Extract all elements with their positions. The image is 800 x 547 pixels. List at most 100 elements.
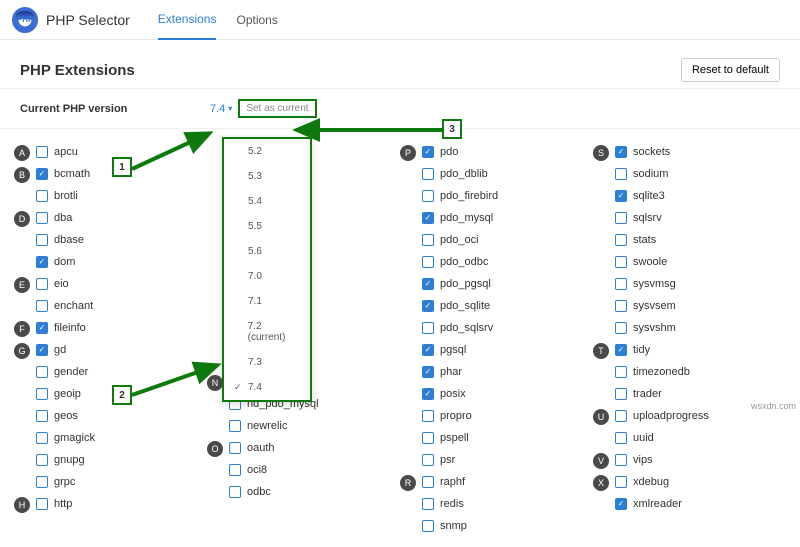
version-option[interactable]: 5.4 (224, 189, 310, 214)
extension-item[interactable]: pspell (422, 427, 498, 449)
version-option[interactable]: 7.2 (current) (224, 314, 310, 350)
extension-checkbox[interactable] (229, 442, 241, 454)
extension-checkbox[interactable] (422, 212, 434, 224)
extension-checkbox[interactable] (615, 388, 627, 400)
extension-checkbox[interactable] (422, 366, 434, 378)
extension-checkbox[interactable] (615, 256, 627, 268)
extension-item[interactable]: gender (36, 361, 95, 383)
extension-checkbox[interactable] (422, 256, 434, 268)
extension-checkbox[interactable] (615, 300, 627, 312)
extension-checkbox[interactable] (422, 454, 434, 466)
extension-item[interactable]: pdo (422, 141, 498, 163)
extension-item[interactable]: stats (615, 229, 676, 251)
extension-item[interactable]: dom (36, 251, 84, 273)
extension-item[interactable]: newrelic (229, 415, 319, 437)
extension-checkbox[interactable] (36, 168, 48, 180)
version-option[interactable]: 5.3 (224, 164, 310, 189)
extension-item[interactable]: sqlsrv (615, 207, 676, 229)
extension-checkbox[interactable] (615, 212, 627, 224)
version-option[interactable]: 5.5 (224, 214, 310, 239)
extension-item[interactable]: gd (36, 339, 95, 361)
extension-item[interactable]: gnupg (36, 449, 95, 471)
extension-item[interactable]: xdebug (615, 471, 682, 493)
extension-checkbox[interactable] (422, 300, 434, 312)
extension-checkbox[interactable] (422, 344, 434, 356)
extension-item[interactable]: dbase (36, 229, 84, 251)
extension-item[interactable]: geoip (36, 383, 95, 405)
extension-item[interactable]: sodium (615, 163, 676, 185)
extension-item[interactable]: pdo_odbc (422, 251, 498, 273)
extension-checkbox[interactable] (422, 190, 434, 202)
extension-item[interactable]: brotli (36, 185, 90, 207)
extension-item[interactable]: enchant (36, 295, 93, 317)
extension-item[interactable]: raphf (422, 471, 467, 493)
extension-checkbox[interactable] (229, 486, 241, 498)
extension-item[interactable]: uploadprogress (615, 405, 709, 427)
version-option[interactable]: ✓7.4 (224, 375, 310, 400)
extension-item[interactable]: pdo_oci (422, 229, 498, 251)
extension-checkbox[interactable] (36, 388, 48, 400)
extension-checkbox[interactable] (36, 234, 48, 246)
extension-checkbox[interactable] (36, 366, 48, 378)
extension-item[interactable]: apcu (36, 141, 78, 163)
extension-checkbox[interactable] (422, 322, 434, 334)
extension-checkbox[interactable] (36, 256, 48, 268)
extension-item[interactable]: sysvmsg (615, 273, 676, 295)
extension-item[interactable]: oci8 (229, 459, 275, 481)
extension-checkbox[interactable] (615, 322, 627, 334)
extension-item[interactable]: bcmath (36, 163, 90, 185)
extension-item[interactable]: grpc (36, 471, 95, 493)
extension-item[interactable]: swoole (615, 251, 676, 273)
extension-item[interactable]: uuid (615, 427, 709, 449)
extension-item[interactable]: propro (422, 405, 498, 427)
extension-item[interactable]: snmp (422, 515, 467, 537)
extension-item[interactable]: pdo_firebird (422, 185, 498, 207)
extension-checkbox[interactable] (36, 190, 48, 202)
extension-item[interactable]: posix (422, 383, 498, 405)
reset-button[interactable]: Reset to default (681, 58, 780, 82)
extension-item[interactable]: pdo_pgsql (422, 273, 498, 295)
extension-checkbox[interactable] (229, 464, 241, 476)
extension-checkbox[interactable] (36, 300, 48, 312)
extension-checkbox[interactable] (36, 278, 48, 290)
extension-item[interactable]: xmlreader (615, 493, 682, 515)
extension-item[interactable]: pdo_mysql (422, 207, 498, 229)
extension-checkbox[interactable] (615, 432, 627, 444)
extension-checkbox[interactable] (422, 410, 434, 422)
extension-checkbox[interactable] (422, 278, 434, 290)
extension-item[interactable]: oauth (229, 437, 275, 459)
tab-options[interactable]: Options (236, 1, 277, 39)
extension-checkbox[interactable] (36, 212, 48, 224)
extension-item[interactable]: geos (36, 405, 95, 427)
extension-checkbox[interactable] (36, 344, 48, 356)
extension-item[interactable]: phar (422, 361, 498, 383)
extension-item[interactable]: sockets (615, 141, 676, 163)
extension-item[interactable]: dba (36, 207, 84, 229)
version-option[interactable]: 7.3 (224, 350, 310, 375)
version-dropdown[interactable]: 5.25.35.45.55.67.07.17.2 (current)7.3✓7.… (222, 137, 312, 402)
extension-checkbox[interactable] (422, 388, 434, 400)
version-select[interactable]: 7.4 (210, 103, 232, 115)
extension-checkbox[interactable] (36, 454, 48, 466)
extension-checkbox[interactable] (422, 146, 434, 158)
version-option[interactable]: 5.2 (224, 139, 310, 164)
extension-checkbox[interactable] (615, 366, 627, 378)
extension-item[interactable]: vips (615, 449, 653, 471)
extension-item[interactable]: timezonedb (615, 361, 690, 383)
extension-checkbox[interactable] (36, 410, 48, 422)
extension-checkbox[interactable] (422, 234, 434, 246)
extension-checkbox[interactable] (615, 476, 627, 488)
extension-checkbox[interactable] (615, 344, 627, 356)
extension-item[interactable]: sysvsem (615, 295, 676, 317)
extension-checkbox[interactable] (615, 168, 627, 180)
extension-checkbox[interactable] (615, 190, 627, 202)
version-option[interactable]: 7.0 (224, 264, 310, 289)
version-option[interactable]: 7.1 (224, 289, 310, 314)
extension-item[interactable]: odbc (229, 481, 275, 503)
tab-extensions[interactable]: Extensions (158, 0, 217, 40)
extension-checkbox[interactable] (422, 432, 434, 444)
extension-checkbox[interactable] (422, 520, 434, 532)
extension-item[interactable]: sysvshm (615, 317, 676, 339)
extension-checkbox[interactable] (615, 234, 627, 246)
extension-item[interactable]: redis (422, 493, 467, 515)
